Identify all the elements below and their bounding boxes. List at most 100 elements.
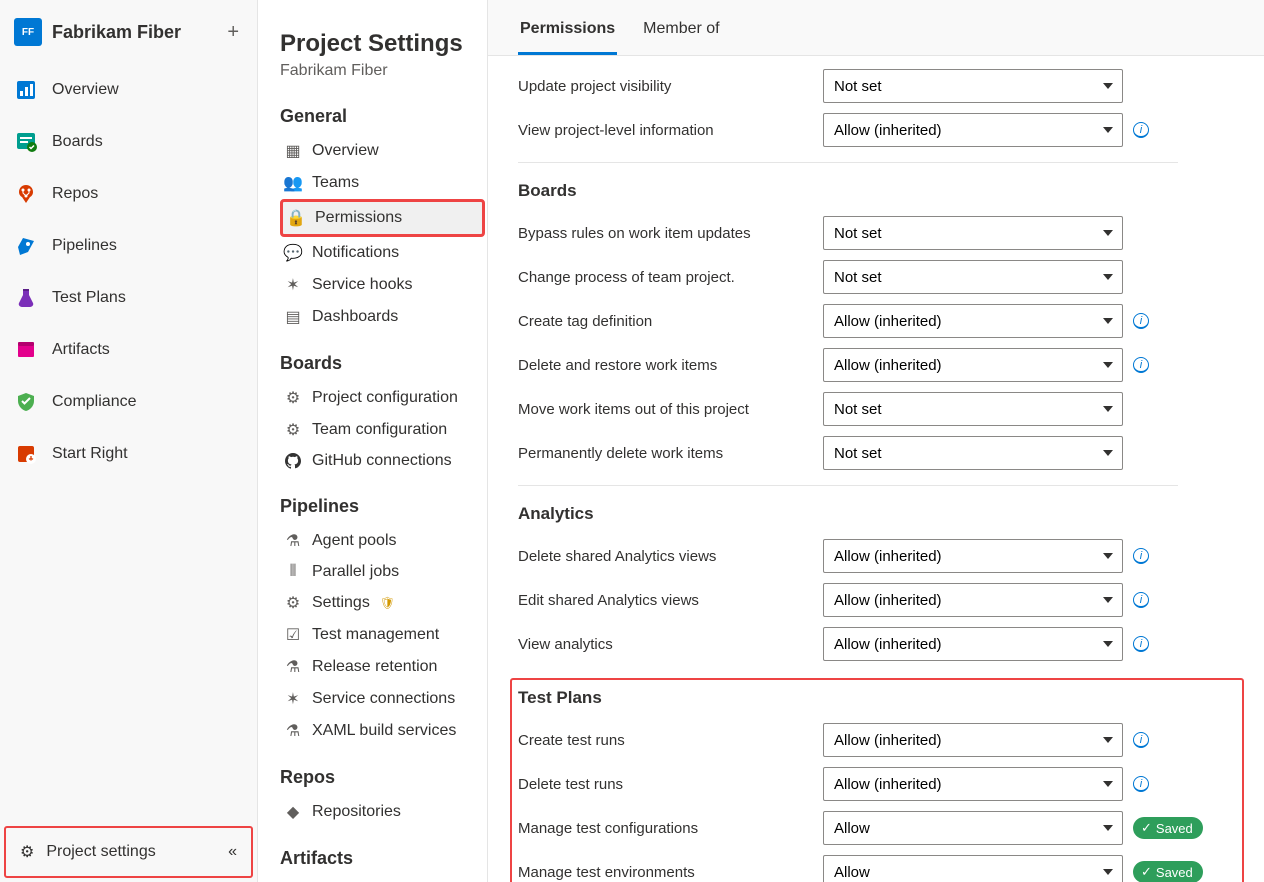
section-general: General (280, 106, 485, 127)
info-icon[interactable]: i (1133, 776, 1149, 792)
sidebar-item-test-plans[interactable]: Test Plans (0, 272, 257, 324)
mi-label: Dashboards (312, 308, 398, 326)
settings-item-overview[interactable]: ▦Overview (280, 135, 485, 167)
perm-select[interactable] (823, 260, 1123, 294)
mi-label: Test management (312, 626, 439, 644)
sidebar-item-start-right[interactable]: + Start Right (0, 428, 257, 480)
artifacts-icon (14, 338, 38, 362)
mi-label: Teams (312, 174, 359, 192)
nav-label: Overview (52, 81, 119, 99)
section-repos: Repos (280, 767, 485, 788)
collapse-icon[interactable]: « (228, 843, 237, 861)
main-content: Permissions Member of Update project vis… (488, 0, 1264, 882)
perm-select[interactable] (823, 627, 1123, 661)
mi-label: Service connections (312, 690, 455, 708)
perm-select[interactable] (823, 583, 1123, 617)
sidebar-item-artifacts[interactable]: Artifacts (0, 324, 257, 376)
tab-member-of[interactable]: Member of (641, 12, 721, 55)
nav-label: Compliance (52, 393, 136, 411)
info-icon[interactable]: i (1133, 313, 1149, 329)
perm-select[interactable] (823, 436, 1123, 470)
perm-select[interactable] (823, 723, 1123, 757)
settings-title: Project Settings (280, 30, 485, 58)
settings-item-settings[interactable]: ⚙Settings🛡 (280, 587, 485, 619)
perm-select[interactable] (823, 811, 1123, 845)
teams-icon: 👥 (284, 173, 302, 193)
perm-select[interactable] (823, 113, 1123, 147)
shield-icon: 🛡 (380, 596, 395, 610)
nav-label: Start Right (52, 445, 128, 463)
sidebar-item-repos[interactable]: Repos (0, 168, 257, 220)
settings-item-permissions[interactable]: 🔒Permissions (280, 199, 485, 237)
repos-icon (14, 182, 38, 206)
tab-permissions[interactable]: Permissions (518, 12, 617, 55)
perm-select[interactable] (823, 392, 1123, 426)
perm-label: Update project visibility (518, 78, 813, 95)
info-icon[interactable]: i (1133, 122, 1149, 138)
perm-select[interactable] (823, 216, 1123, 250)
settings-item-xaml[interactable]: ⚗XAML build services (280, 715, 485, 747)
settings-item-project-config[interactable]: ⚙Project configuration (280, 382, 485, 414)
compliance-icon (14, 390, 38, 414)
project-settings-button[interactable]: ⚙ Project settings « (4, 826, 253, 878)
sidebar-item-compliance[interactable]: Compliance (0, 376, 257, 428)
add-icon[interactable]: + (223, 21, 243, 44)
settings-item-agent-pools[interactable]: ⚗ Agent pools (280, 525, 485, 557)
settings-item-teams[interactable]: 👥 Teams (280, 167, 485, 199)
gear-icon: ⚙ (20, 842, 34, 862)
lock-icon: 🔒 (287, 208, 305, 228)
team-config-icon: ⚙ (284, 420, 302, 440)
project-avatar: FF (14, 18, 42, 46)
mi-label: Settings (312, 594, 370, 612)
perm-select[interactable] (823, 767, 1123, 801)
info-icon[interactable]: i (1133, 636, 1149, 652)
project-header[interactable]: FF Fabrikam Fiber + (0, 0, 257, 64)
mi-label: Repositories (312, 803, 401, 821)
sidebar-item-overview[interactable]: Overview (0, 64, 257, 116)
mi-label: Agent pools (312, 532, 397, 550)
info-icon[interactable]: i (1133, 548, 1149, 564)
sidebar-item-pipelines[interactable]: Pipelines (0, 220, 257, 272)
settings-item-service-hooks[interactable]: ✶Service hooks (280, 269, 485, 301)
bell-icon: 💬 (284, 243, 302, 263)
info-icon[interactable]: i (1133, 732, 1149, 748)
perm-label: Manage test configurations (518, 820, 813, 837)
settings-subtitle: Fabrikam Fiber (280, 62, 485, 80)
perm-select[interactable] (823, 304, 1123, 338)
perm-select[interactable] (823, 69, 1123, 103)
settings-item-github[interactable]: GitHub connections (280, 446, 485, 476)
hook-icon: ✶ (284, 275, 302, 295)
perm-label: Bypass rules on work item updates (518, 225, 813, 242)
perm-select[interactable] (823, 348, 1123, 382)
mi-label: Notifications (312, 244, 399, 262)
settings-item-parallel-jobs[interactable]: ⦀Parallel jobs (280, 557, 485, 587)
sidebar-item-boards[interactable]: Boards (0, 116, 257, 168)
section-boards: Boards (280, 353, 485, 374)
nav-label: Artifacts (52, 341, 110, 359)
info-icon[interactable]: i (1133, 592, 1149, 608)
footer-label: Project settings (46, 843, 155, 861)
mi-label: Release retention (312, 658, 437, 676)
settings-item-release-retention[interactable]: ⚗Release retention (280, 651, 485, 683)
settings-item-service-conn[interactable]: ✶Service connections (280, 683, 485, 715)
github-icon (284, 453, 302, 469)
test-plans-icon (14, 286, 38, 310)
test-plans-highlight: Test Plans Create test runsi Delete test… (510, 678, 1244, 882)
perm-section-analytics: Analytics (518, 504, 1244, 524)
settings-item-repositories[interactable]: ◆Repositories (280, 796, 485, 828)
info-icon[interactable]: i (1133, 357, 1149, 373)
perm-label: Delete test runs (518, 776, 813, 793)
settings-item-test-mgmt[interactable]: ☑ Test management (280, 619, 485, 651)
perm-label: Move work items out of this project (518, 401, 813, 418)
perm-section-boards: Boards (518, 181, 1244, 201)
overview-icon (14, 78, 38, 102)
agent-icon: ⚗ (284, 531, 302, 551)
section-artifacts: Artifacts (280, 848, 485, 869)
perm-select[interactable] (823, 539, 1123, 573)
perm-select[interactable] (823, 855, 1123, 882)
settings-item-dashboards[interactable]: ▤Dashboards (280, 301, 485, 333)
settings-item-team-config[interactable]: ⚙Team configuration (280, 414, 485, 446)
left-sidebar: FF Fabrikam Fiber + Overview Boards Repo… (0, 0, 258, 882)
test-icon: ☑ (284, 625, 302, 645)
settings-item-notifications[interactable]: 💬 Notifications (280, 237, 485, 269)
